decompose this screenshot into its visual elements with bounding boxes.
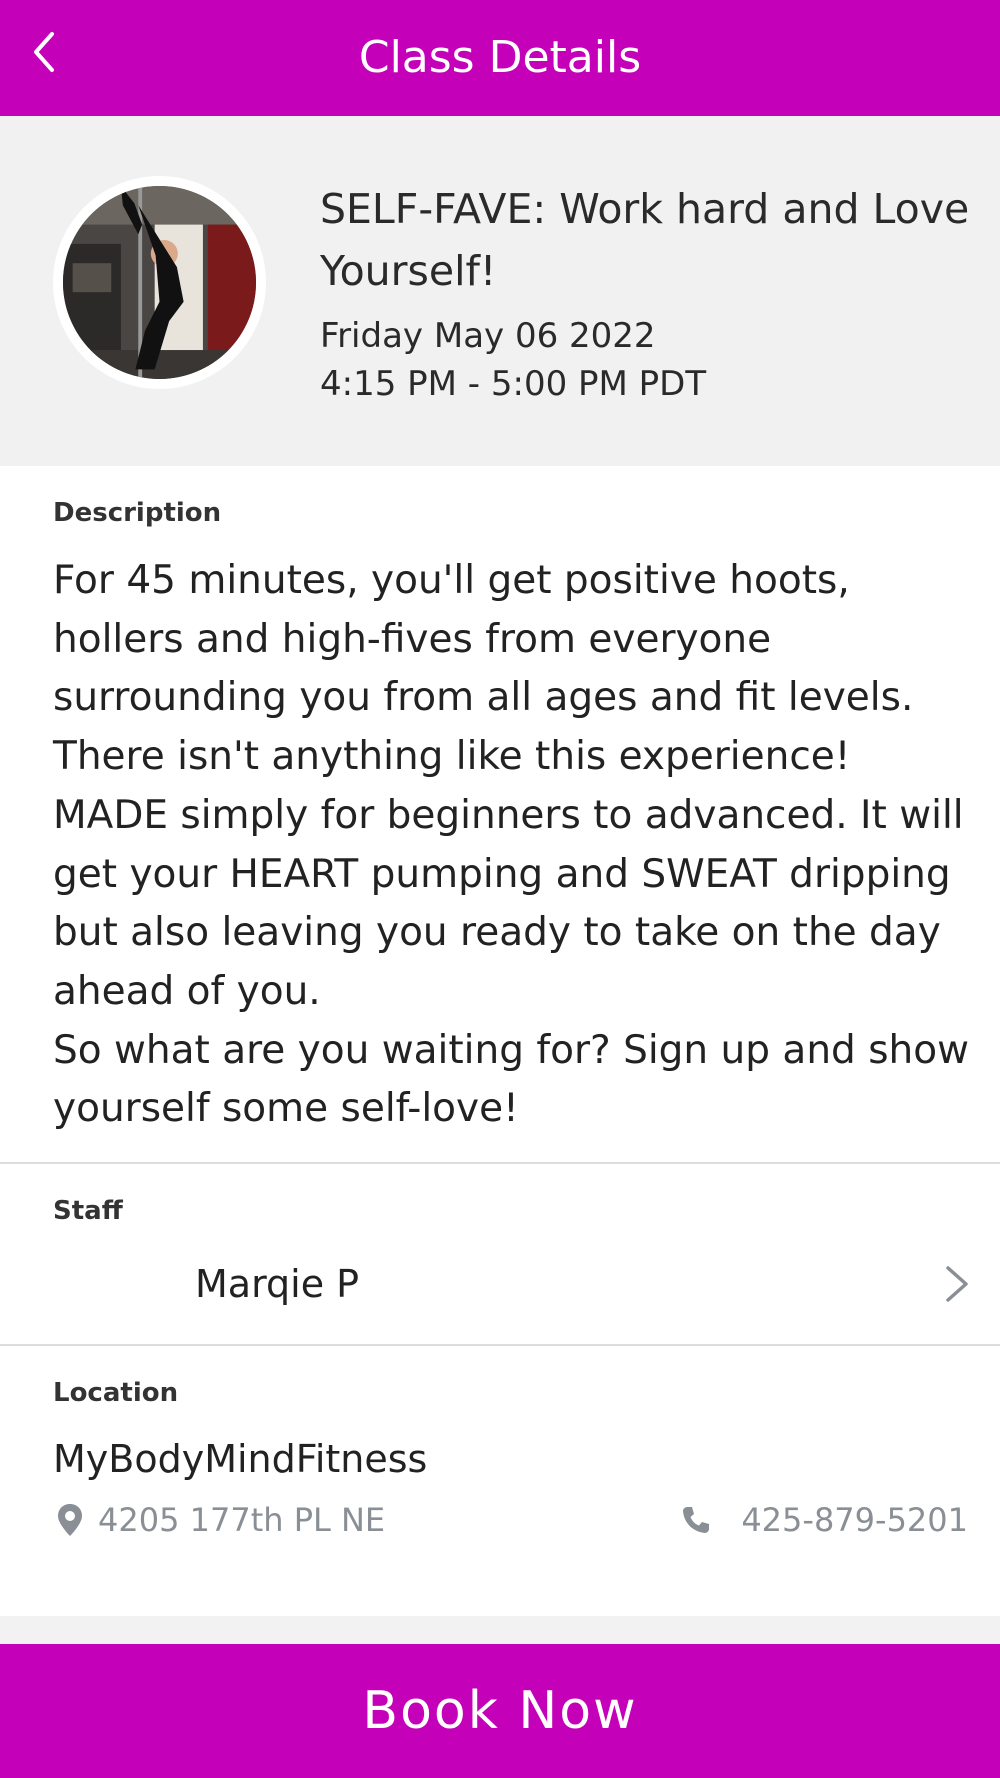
phone-icon (683, 1507, 710, 1533)
location-phone[interactable]: 425-879-5201 (681, 1498, 968, 1542)
class-title: SELF-FAVE: Work hard and Love Yourself! (320, 185, 970, 295)
chevron-right-icon (946, 1266, 968, 1302)
class-summary: SELF-FAVE: Work hard and Love Yourself! … (0, 116, 1000, 466)
class-date: Friday May 06 2022 (320, 316, 656, 356)
app-header: Class Details (0, 0, 1000, 116)
description-label: Description (53, 498, 222, 528)
staff-label: Staff (53, 1196, 123, 1226)
class-photo (63, 186, 256, 379)
description-section: Description For 45 minutes, you'll get p… (0, 466, 1000, 1164)
phone-text: 425-879-5201 (741, 1501, 968, 1539)
location-section: Location MyBodyMindFitness 4205 177th PL… (0, 1346, 1000, 1616)
class-avatar (53, 176, 266, 389)
location-address[interactable]: 4205 177th PL NE (56, 1498, 385, 1542)
location-label: Location (53, 1378, 179, 1408)
staff-name: Marqie P (195, 1262, 360, 1306)
staff-row[interactable]: Staff Marqie P (0, 1164, 1000, 1346)
address-text: 4205 177th PL NE (98, 1501, 386, 1539)
map-pin-icon (58, 1504, 82, 1536)
location-name: MyBodyMindFitness (53, 1437, 428, 1481)
page-title: Class Details (358, 32, 642, 83)
book-now-button[interactable]: Book Now (0, 1644, 1000, 1778)
description-text: For 45 minutes, you'll get positive hoot… (53, 558, 969, 1132)
class-time: 4:15 PM - 5:00 PM PDT (320, 364, 707, 404)
